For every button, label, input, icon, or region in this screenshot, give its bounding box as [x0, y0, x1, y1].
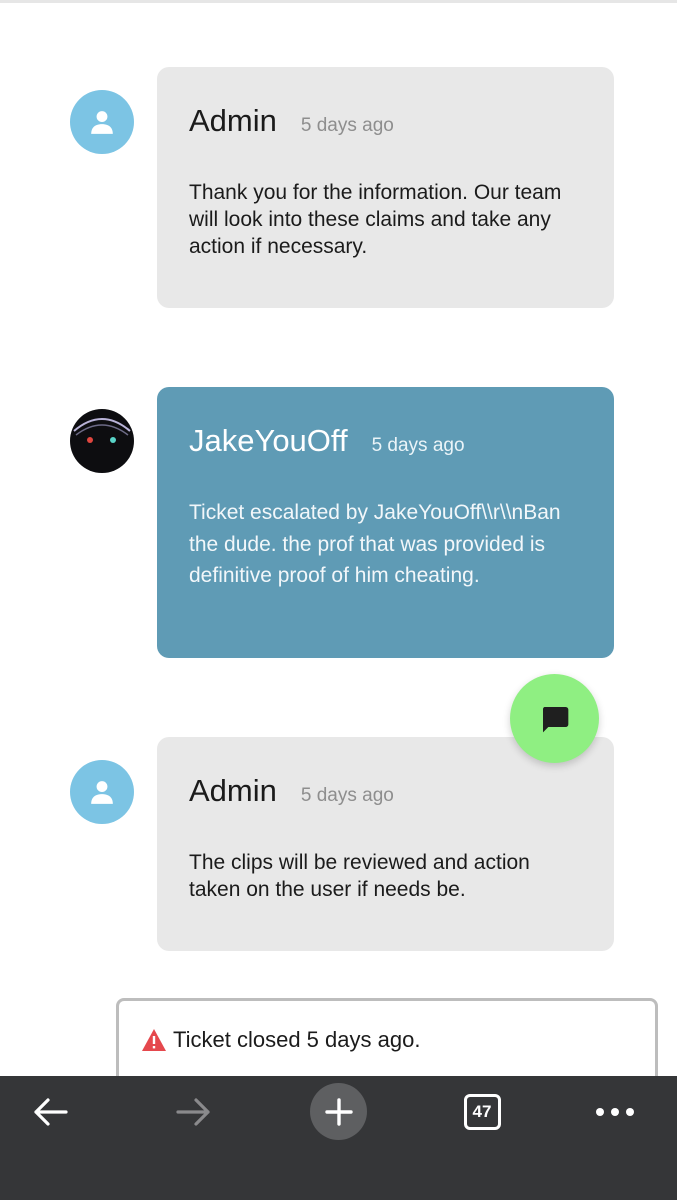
admin-avatar [70, 760, 134, 824]
dark-character-avatar-icon [73, 418, 131, 443]
tab-count: 47 [472, 1102, 492, 1121]
new-tab-button[interactable] [310, 1083, 367, 1140]
forward-button[interactable] [164, 1076, 224, 1148]
warning-icon [142, 1029, 166, 1051]
top-divider [0, 0, 677, 3]
message-author: Admin [189, 103, 277, 138]
admin-avatar [70, 90, 134, 154]
browser-toolbar: 47 [0, 1076, 677, 1200]
message-time: 5 days ago [300, 115, 394, 136]
message-text: Ticket escalated by JakeYouOff\\r\\nBan … [189, 501, 561, 587]
chat-bubble-icon [542, 706, 568, 732]
back-arrow-icon [34, 1098, 68, 1126]
message-bubble: Admin 5 days ago The clips will be revie… [157, 737, 614, 951]
new-tab-icon [324, 1097, 353, 1126]
message-author: Admin [189, 773, 277, 808]
tab-switcher-icon: 47 [463, 1094, 501, 1130]
more-menu-icon [596, 1108, 634, 1116]
user-avatar [70, 409, 134, 473]
chat-fab-button[interactable] [510, 674, 599, 763]
message-bubble: JakeYouOff 5 days ago Ticket escalated b… [157, 387, 614, 658]
message-bubble: Admin 5 days ago Thank you for the infor… [157, 67, 614, 308]
person-icon [91, 111, 113, 134]
support-ticket-page: Admin 5 days ago Thank you for the infor… [0, 0, 677, 1200]
message-time: 5 days ago [300, 785, 394, 806]
message-author: JakeYouOff [189, 423, 348, 458]
tab-switcher-button[interactable]: 47 [452, 1076, 512, 1148]
message-text: The clips will be reviewed and action ta… [189, 851, 530, 901]
message-time: 5 days ago [371, 435, 465, 456]
message-text: Thank you for the information. Our team … [189, 181, 562, 258]
back-button[interactable] [20, 1076, 80, 1148]
forward-arrow-icon [176, 1098, 210, 1126]
ticket-status-text: Ticket closed 5 days ago. [173, 1027, 421, 1052]
person-icon [91, 781, 113, 804]
more-menu-button[interactable] [585, 1076, 645, 1148]
